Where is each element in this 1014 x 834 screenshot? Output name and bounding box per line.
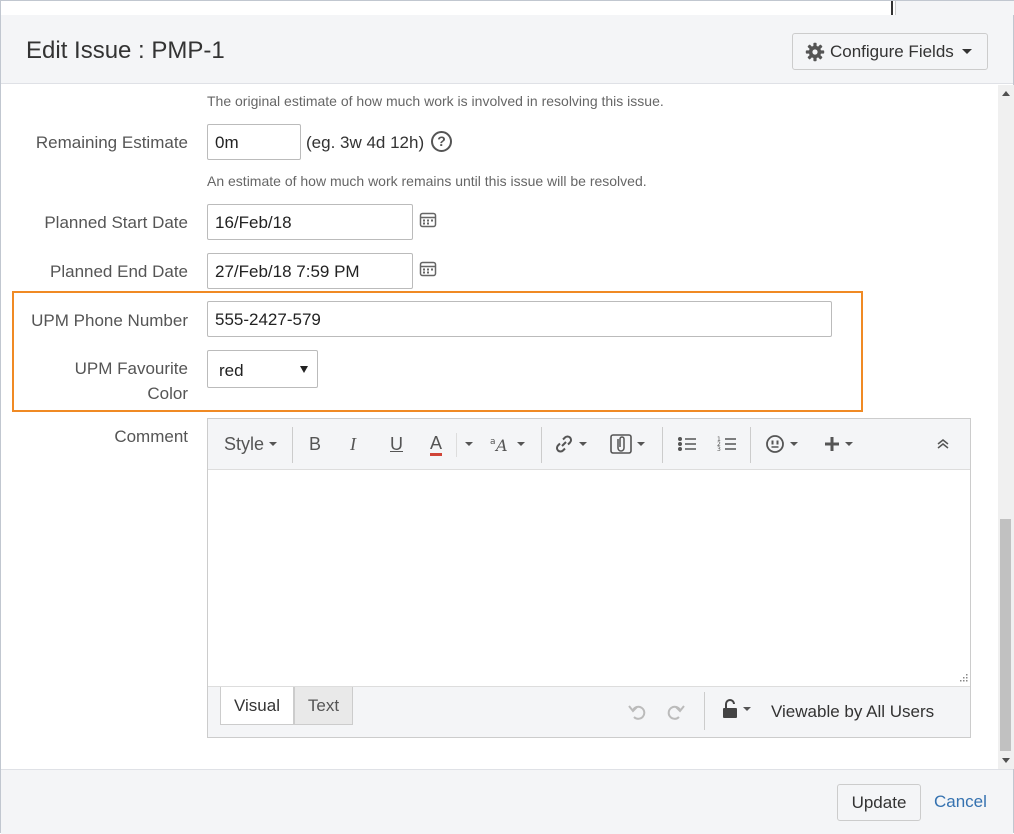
bold-button[interactable]: B [309,431,321,457]
chevron-down-icon [465,442,473,446]
scroll-up-icon[interactable] [1002,91,1010,96]
remaining-estimate-description: An estimate of how much work remains unt… [207,173,647,189]
upm-favourite-color-label-line2: Color [147,384,188,403]
text-color-icon: A [430,433,443,456]
underline-button[interactable]: U [390,431,403,457]
calendar-icon[interactable] [419,260,437,278]
svg-text:3: 3 [717,446,721,453]
attachment-dropdown[interactable] [610,431,645,457]
footer-separator [704,692,705,730]
plus-icon [825,437,839,451]
emoticon-dropdown[interactable] [765,431,798,457]
text-formatting-dropdown[interactable]: a A [490,431,525,457]
text-color-dropdown[interactable] [460,431,473,457]
toolbar-separator [541,427,542,463]
calendar-icon[interactable] [419,211,437,229]
dialog-footer: Update Cancel [1,769,1013,834]
comment-editor: Style B I U A a A 1 2 3 Visual Text View… [207,418,971,738]
original-estimate-description: The original estimate of how much work i… [207,93,664,109]
help-icon[interactable]: ? [431,131,452,152]
toolbar-separator [662,427,663,463]
chevron-down-icon [269,442,278,446]
gear-icon [805,42,825,61]
configure-fields-label: Configure Fields [830,41,954,61]
italic-button[interactable]: I [350,431,356,457]
upm-phone-number-label: UPM Phone Number [31,311,188,330]
remaining-estimate-input[interactable]: 0m [207,124,301,160]
select-arrow-icon [300,366,308,373]
chevron-down-icon [790,442,798,446]
cancel-link[interactable]: Cancel [934,792,987,812]
planned-end-date-input[interactable]: 27/Feb/18 7:59 PM [207,253,413,289]
dialog-title: Edit Issue : PMP-1 [26,37,225,64]
update-button[interactable]: Update [837,784,921,821]
editor-toolbar: Style B I U A a A 1 2 3 [208,419,970,470]
bullet-list-icon [678,437,696,451]
numbered-list-button[interactable]: 123 [717,431,737,457]
double-chevron-up-icon [937,439,949,449]
chevron-down-icon [845,442,853,446]
style-dropdown-label: Style [224,433,265,454]
configure-fields-button[interactable]: Configure Fields [792,33,988,70]
toolbar-separator [456,433,457,457]
remaining-estimate-label: Remaining Estimate [35,133,188,152]
text-format-icon: a A [490,436,508,453]
upm-favourite-color-label-line1: UPM Favourite [74,359,188,378]
visibility-dropdown[interactable] [722,699,751,719]
background-edge [891,1,893,15]
scroll-down-icon[interactable] [1002,758,1010,763]
upm-favourite-color-select[interactable]: red [207,350,318,388]
link-dropdown[interactable] [554,431,587,457]
bullet-list-button[interactable] [677,431,697,457]
emoticon-icon [766,435,784,453]
remaining-estimate-hint: (eg. 3w 4d 12h) [306,133,425,152]
attachment-icon [610,434,632,454]
scrollbar-thumb[interactable] [1000,519,1011,751]
resize-grip-icon[interactable] [958,674,968,684]
edit-issue-dialog: Edit Issue : PMP-1 Configure Fields The … [0,0,1014,834]
chevron-down-icon [517,442,525,446]
text-color-button[interactable]: A [430,431,443,457]
planned-start-date-label: Planned Start Date [44,213,188,232]
toolbar-separator [750,427,751,463]
planned-start-date-input[interactable]: 16/Feb/18 [207,204,413,240]
visibility-label: Viewable by All Users [771,702,935,721]
comment-textarea[interactable] [208,470,970,686]
svg-text:a: a [490,437,496,447]
tab-text[interactable]: Text [294,687,353,725]
redo-icon[interactable] [664,701,686,723]
chevron-down-icon [743,707,751,711]
toolbar-separator [292,427,293,463]
scrollbar[interactable] [998,85,1014,769]
tab-visual[interactable]: Visual [220,687,294,725]
dialog-header: Edit Issue : PMP-1 Configure Fields [1,15,1013,84]
upm-favourite-color-value: red [219,361,244,380]
chevron-down-icon [961,49,972,54]
chevron-down-icon [637,442,645,446]
editor-footer: Visual Text Viewable by All Users [208,686,970,737]
collapse-toolbar-button[interactable] [936,431,950,457]
style-dropdown[interactable]: Style [224,431,278,457]
comment-label: Comment [114,427,188,446]
planned-end-date-label: Planned End Date [50,262,188,281]
form-content: The original estimate of how much work i… [1,85,998,769]
numbered-list-icon: 123 [717,436,736,453]
chevron-down-icon [579,442,587,446]
insert-more-dropdown[interactable] [824,431,853,457]
upm-phone-number-input[interactable]: 555-2427-579 [207,301,832,337]
unlock-icon [723,699,737,718]
link-icon [555,435,573,453]
undo-icon[interactable] [627,701,649,723]
svg-text:A: A [494,436,508,453]
background-panel [895,1,1014,15]
